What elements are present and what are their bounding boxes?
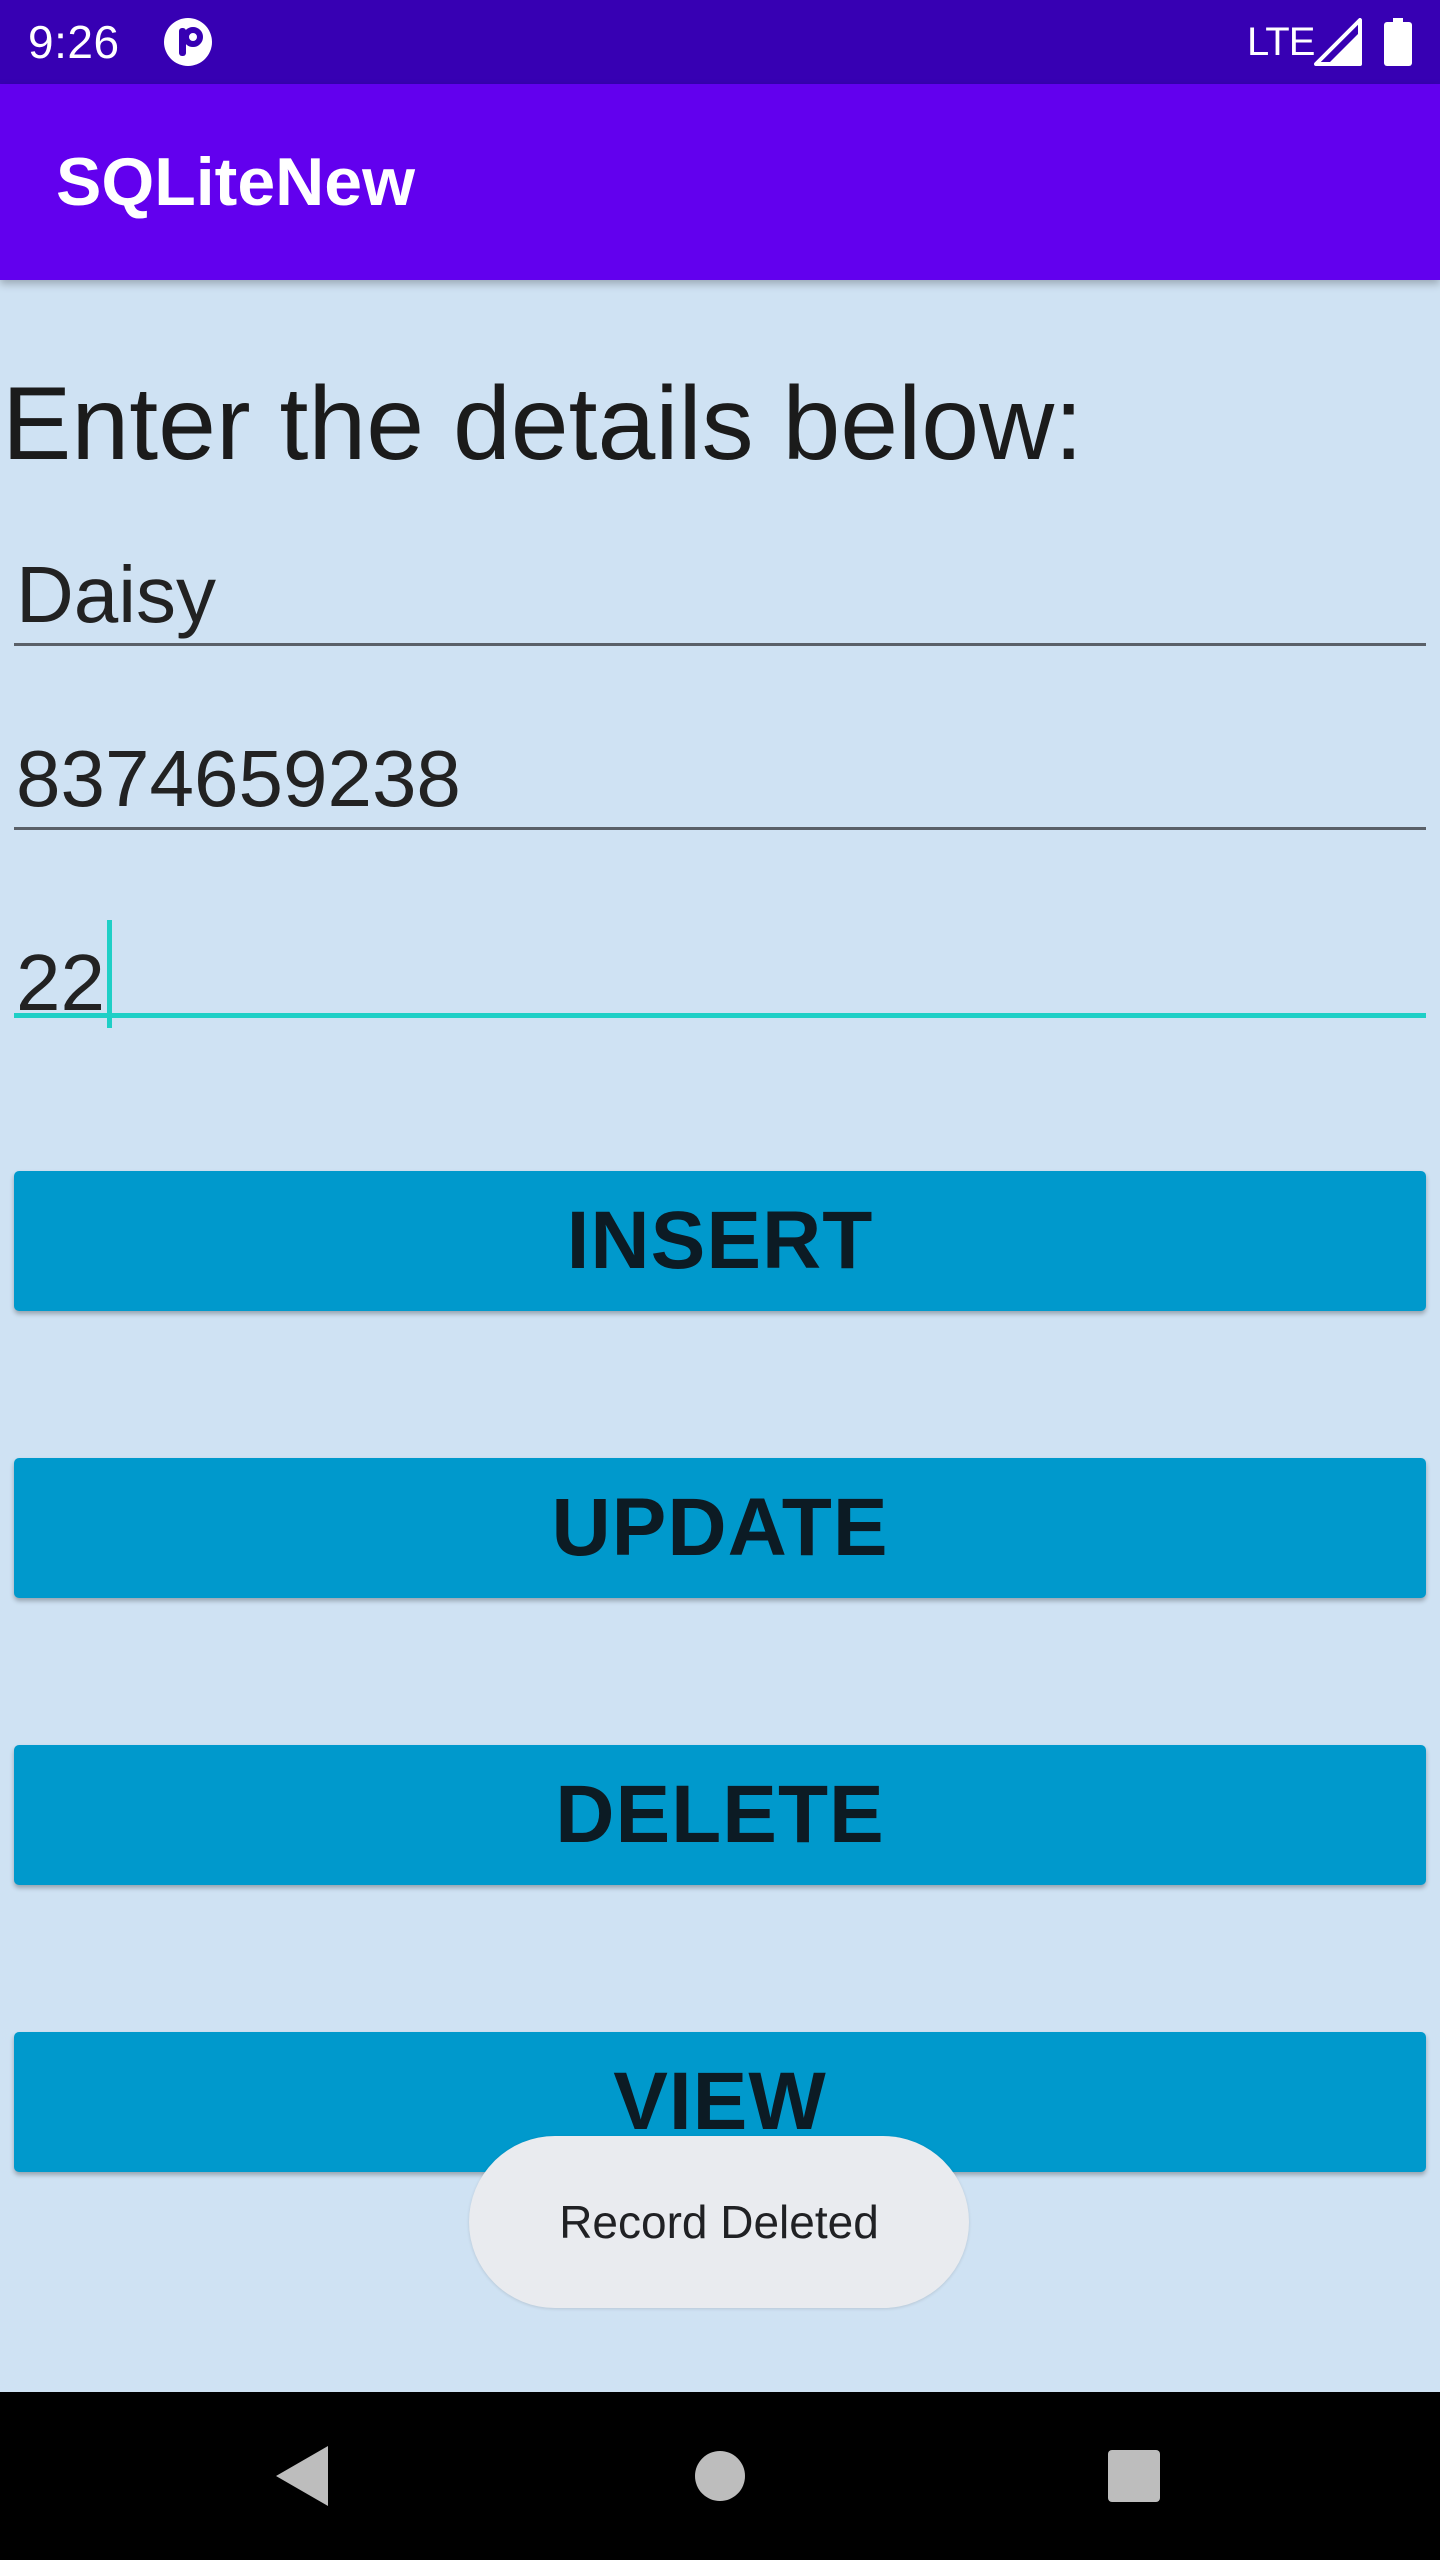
app-notification-icon (164, 18, 212, 66)
app-screen: 9:26 LTE SQLiteNew Enter the details bel… (0, 0, 1440, 2560)
insert-button[interactable]: INSERT (14, 1171, 1426, 1311)
form-heading: Enter the details below: (2, 366, 1084, 482)
battery-icon (1384, 18, 1412, 66)
phone-field-value: 8374659238 (16, 734, 461, 823)
name-field-underline (14, 643, 1426, 646)
text-cursor (106, 920, 112, 1028)
name-field-value: Daisy (16, 550, 217, 639)
back-icon[interactable] (256, 2430, 348, 2522)
app-title: SQLiteNew (56, 144, 415, 220)
age-field-underline (14, 1013, 1426, 1018)
navigation-bar (0, 2392, 1440, 2560)
status-bar: 9:26 LTE (0, 0, 1440, 84)
delete-button[interactable]: DELETE (14, 1745, 1426, 1885)
phone-field[interactable]: 8374659238 (14, 720, 1426, 830)
age-field[interactable]: 22 (14, 908, 1426, 1028)
signal-icon (1314, 18, 1362, 66)
status-time: 9:26 (28, 16, 120, 68)
recents-icon[interactable] (1088, 2430, 1180, 2522)
network-type-label: LTE (1247, 20, 1315, 64)
app-bar: SQLiteNew (0, 84, 1440, 280)
phone-field-underline (14, 827, 1426, 830)
home-icon[interactable] (674, 2430, 766, 2522)
toast-message: Record Deleted (469, 2136, 969, 2308)
name-field[interactable]: Daisy (14, 536, 1426, 646)
update-button[interactable]: UPDATE (14, 1458, 1426, 1598)
